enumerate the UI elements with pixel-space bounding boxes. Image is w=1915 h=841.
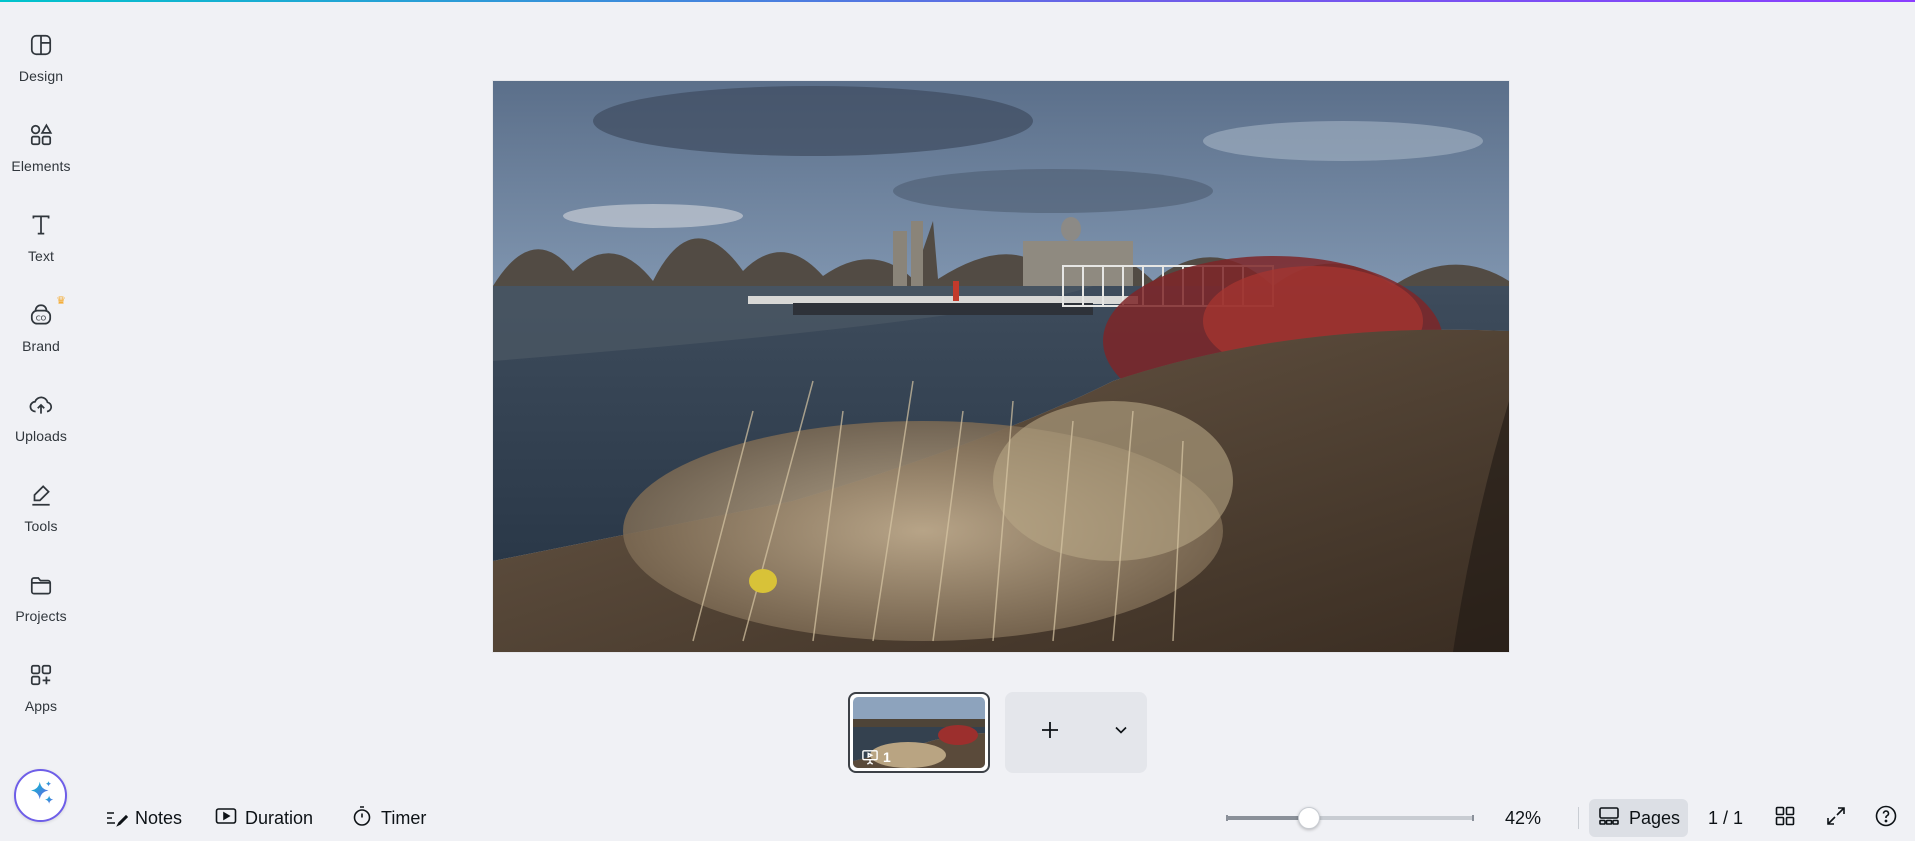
page-thumbnail[interactable]: 1 bbox=[848, 692, 990, 773]
sidebar-item-text[interactable]: Text bbox=[0, 212, 82, 292]
plus-icon bbox=[1038, 718, 1062, 747]
add-page-options-button[interactable] bbox=[1095, 692, 1147, 773]
sidebar-item-label: Tools bbox=[24, 518, 58, 534]
fullscreen-button[interactable] bbox=[1819, 795, 1853, 841]
sidebar-item-label: Elements bbox=[11, 158, 71, 174]
svg-text:CO: CO bbox=[36, 313, 47, 322]
lake-landscape-photo bbox=[493, 81, 1509, 652]
zoom-slider-fill bbox=[1226, 816, 1309, 820]
pages-button[interactable]: Pages bbox=[1589, 799, 1688, 837]
expand-icon bbox=[1824, 804, 1848, 833]
grid-view-icon bbox=[1773, 804, 1797, 833]
toolbar-divider bbox=[1578, 807, 1579, 829]
notes-label: Notes bbox=[135, 807, 183, 828]
help-button[interactable] bbox=[1869, 795, 1903, 841]
sidebar-item-label: Design bbox=[18, 68, 64, 84]
design-canvas[interactable] bbox=[493, 81, 1509, 652]
bottom-toolbar: Notes Duration Timer 42% Pages 1 / 1 bbox=[0, 795, 1915, 841]
sidebar-item-brand[interactable]: CO ♛ Brand bbox=[0, 296, 82, 382]
page-counter[interactable]: 1 / 1 bbox=[1708, 795, 1743, 841]
sidebar-item-label: Uploads bbox=[14, 428, 68, 444]
sidebar-item-uploads[interactable]: Uploads bbox=[0, 392, 82, 472]
elements-icon bbox=[28, 122, 54, 148]
sidebar-item-label: Text bbox=[27, 248, 55, 264]
sidebar-item-apps[interactable]: Apps bbox=[0, 662, 82, 742]
folder-icon bbox=[28, 572, 54, 598]
sidebar-item-design[interactable]: Design bbox=[0, 32, 82, 112]
add-page-button[interactable] bbox=[1005, 692, 1095, 773]
add-page-group bbox=[1005, 692, 1147, 773]
zoom-percentage[interactable]: 42% bbox=[1505, 795, 1541, 841]
stopwatch-icon bbox=[350, 804, 374, 833]
zoom-slider-min bbox=[1226, 815, 1228, 821]
zoom-slider-handle[interactable] bbox=[1298, 807, 1320, 829]
text-icon bbox=[28, 212, 54, 238]
sidebar-item-projects[interactable]: Projects bbox=[0, 572, 82, 652]
top-accent-line bbox=[0, 0, 1915, 2]
left-sidebar: Design Elements Text CO ♛ Brand Uploads … bbox=[0, 0, 82, 841]
timer-label: Timer bbox=[381, 807, 427, 828]
play-box-icon bbox=[214, 804, 238, 833]
upload-cloud-icon bbox=[28, 392, 54, 418]
timer-button[interactable]: Timer bbox=[350, 795, 426, 841]
zoom-slider[interactable] bbox=[1226, 795, 1474, 841]
pages-label: Pages bbox=[1628, 807, 1681, 828]
crown-icon: ♛ bbox=[56, 295, 66, 307]
help-icon bbox=[1874, 804, 1898, 833]
pages-layout-icon bbox=[1597, 804, 1621, 833]
sidebar-item-tools[interactable]: Tools bbox=[0, 482, 82, 562]
page-number: 1 bbox=[883, 749, 891, 765]
sidebar-item-elements[interactable]: Elements bbox=[0, 122, 82, 202]
design-icon bbox=[28, 32, 54, 58]
sidebar-item-label: Brand bbox=[22, 338, 60, 354]
page-thumbnail-image: 1 bbox=[853, 697, 985, 768]
sidebar-item-label: Apps bbox=[24, 698, 58, 714]
duration-label: Duration bbox=[245, 807, 314, 828]
notes-icon bbox=[104, 804, 129, 833]
presentation-icon bbox=[862, 750, 878, 765]
apps-grid-icon bbox=[28, 662, 54, 688]
zoom-slider-max bbox=[1472, 815, 1474, 821]
notes-button[interactable]: Notes bbox=[104, 795, 182, 841]
page-number-badge: 1 bbox=[861, 749, 891, 765]
sidebar-item-label: Projects bbox=[15, 608, 67, 624]
duration-button[interactable]: Duration bbox=[214, 795, 313, 841]
chevron-down-icon bbox=[1111, 720, 1131, 745]
brand-icon: CO ♛ bbox=[28, 296, 66, 328]
pen-tool-icon bbox=[28, 482, 54, 508]
grid-view-button[interactable] bbox=[1768, 795, 1802, 841]
